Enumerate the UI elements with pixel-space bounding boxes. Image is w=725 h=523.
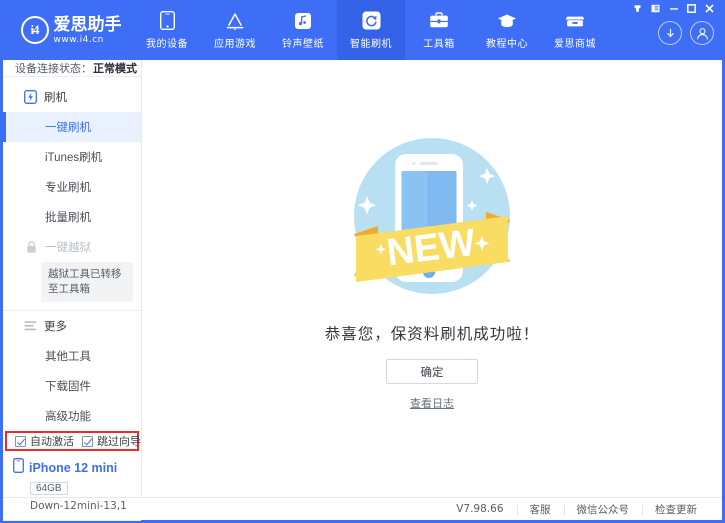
logo-text: 爱思助手 www.i4.cn <box>54 16 122 45</box>
main-content: NEW 恭喜您，保资料刷机成功啦！ 确定 查看日志 <box>142 60 722 497</box>
nav-item-tutorial-center[interactable]: 教程中心 <box>473 0 541 60</box>
flash-icon <box>23 90 37 104</box>
auto-activate-checkbox[interactable]: 自动激活 <box>15 433 74 449</box>
nav-label: 智能刷机 <box>350 35 392 50</box>
flash-options-strip: 自动激活 跳过向导 <box>5 431 139 451</box>
new-badge-phone-illustration: NEW <box>332 116 532 316</box>
nav-item-ringtones-wallpaper[interactable]: 铃声壁纸 <box>269 0 337 60</box>
check-update-link[interactable]: 检查更新 <box>642 502 710 517</box>
flash-refresh-icon <box>361 11 381 31</box>
skip-wizard-checkbox[interactable]: 跳过向导 <box>82 433 141 449</box>
sidebar-group-flash: 刷机 <box>3 82 141 112</box>
appstore-icon <box>225 11 245 31</box>
sidebar-item-label: 其他工具 <box>45 348 91 364</box>
sidebar-item-itunes-flash[interactable]: iTunes刷机 <box>3 142 141 172</box>
nav-label: 我的设备 <box>146 35 188 50</box>
confirm-button[interactable]: 确定 <box>386 359 478 384</box>
skip-wizard-label: 跳过向导 <box>97 433 141 449</box>
sidebar-item-label: 批量刷机 <box>45 209 91 225</box>
sidebar-group-label: 更多 <box>44 318 67 334</box>
toolbox-icon <box>429 11 449 31</box>
sidebar: 设备连接状态：正常模式 刷机 一键刷机 iTunes刷机 专业刷机 <box>3 60 142 497</box>
app-logo: i4 爱思助手 www.i4.cn <box>3 0 133 60</box>
graduation-cap-icon <box>497 11 517 31</box>
nav-item-i4-store[interactable]: 爱思商城 <box>541 0 609 60</box>
sidebar-group-more: 更多 <box>3 311 141 341</box>
lock-icon <box>25 240 38 254</box>
sidebar-item-one-key-jailbreak: 一键越狱 <box>3 232 141 262</box>
device-capacity-badge: 64GB <box>30 482 68 495</box>
i4-logo-icon: i4 <box>21 16 49 44</box>
maximize-icon[interactable] <box>684 2 699 15</box>
sidebar-item-batch-flash[interactable]: 批量刷机 <box>3 202 141 232</box>
jailbreak-moved-tooltip: 越狱工具已转移至工具箱 <box>41 262 133 302</box>
sidebar-item-download-firmware[interactable]: 下载固件 <box>3 371 141 401</box>
nav-item-toolbox[interactable]: 工具箱 <box>405 0 473 60</box>
account-area <box>658 21 714 45</box>
sidebar-item-label: iTunes刷机 <box>45 149 102 165</box>
skin-icon[interactable] <box>630 2 645 15</box>
app-website: www.i4.cn <box>54 36 122 45</box>
menu-icon[interactable] <box>648 2 663 15</box>
app-window: i4 爱思助手 www.i4.cn 我的设备 应用游戏 <box>0 0 725 523</box>
connection-status-value: 正常模式 <box>93 60 137 76</box>
nav-label: 铃声壁纸 <box>282 35 324 50</box>
connection-status-label: 设备连接状态： <box>15 60 92 76</box>
sidebar-item-advanced-features[interactable]: 高级功能 <box>3 401 141 431</box>
nav-item-smart-flash[interactable]: 智能刷机 <box>337 0 405 60</box>
customer-service-link[interactable]: 客服 <box>517 502 564 517</box>
main-nav: 我的设备 应用游戏 铃声壁纸 智能刷机 <box>133 0 609 60</box>
minimize-icon[interactable] <box>666 2 681 15</box>
sidebar-item-label: 一键刷机 <box>45 119 91 135</box>
window-controls <box>630 2 717 15</box>
music-icon <box>293 11 313 31</box>
view-log-link[interactable]: 查看日志 <box>410 395 454 411</box>
sidebar-item-pro-flash[interactable]: 专业刷机 <box>3 172 141 202</box>
wechat-official-link[interactable]: 微信公众号 <box>564 502 643 517</box>
sidebar-menu: 刷机 一键刷机 iTunes刷机 专业刷机 批量刷机 <box>3 77 141 431</box>
nav-label: 爱思商城 <box>554 35 596 50</box>
download-icon[interactable] <box>658 21 682 45</box>
device-name-row: iPhone 12 mini <box>13 458 141 478</box>
close-icon[interactable] <box>702 2 717 15</box>
shop-icon <box>565 11 585 31</box>
sidebar-item-label: 专业刷机 <box>45 179 91 195</box>
checkbox-box <box>15 436 26 447</box>
device-model: Down-12mini-13,1 <box>30 500 141 512</box>
connection-status: 设备连接状态：正常模式 <box>3 60 141 77</box>
app-title: 爱思助手 <box>54 16 122 33</box>
sidebar-item-label: 下载固件 <box>45 378 91 394</box>
nav-item-apps-games[interactable]: 应用游戏 <box>201 0 269 60</box>
list-icon <box>23 319 37 333</box>
version-label: V7.98.66 <box>443 503 516 515</box>
title-bar: i4 爱思助手 www.i4.cn 我的设备 应用游戏 <box>3 0 722 60</box>
sidebar-item-label: 高级功能 <box>45 408 91 424</box>
nav-item-my-device[interactable]: 我的设备 <box>133 0 201 60</box>
device-name: iPhone 12 mini <box>29 461 117 475</box>
device-icon <box>157 11 177 31</box>
phone-icon <box>13 458 24 478</box>
user-account-icon[interactable] <box>690 21 714 45</box>
app-body: 设备连接状态：正常模式 刷机 一键刷机 iTunes刷机 专业刷机 <box>3 60 722 497</box>
success-message: 恭喜您，保资料刷机成功啦！ <box>325 322 540 344</box>
nav-label: 应用游戏 <box>214 35 256 50</box>
sidebar-item-label: 一键越狱 <box>45 239 91 255</box>
sidebar-group-label: 刷机 <box>44 89 67 105</box>
sidebar-item-other-tools[interactable]: 其他工具 <box>3 341 141 371</box>
auto-activate-label: 自动激活 <box>30 433 74 449</box>
nav-label: 教程中心 <box>486 35 528 50</box>
checkbox-box <box>82 436 93 447</box>
sidebar-item-one-key-flash[interactable]: 一键刷机 <box>3 112 141 142</box>
nav-label: 工具箱 <box>423 35 455 50</box>
device-info-panel[interactable]: iPhone 12 mini 64GB Down-12mini-13,1 <box>3 451 141 521</box>
